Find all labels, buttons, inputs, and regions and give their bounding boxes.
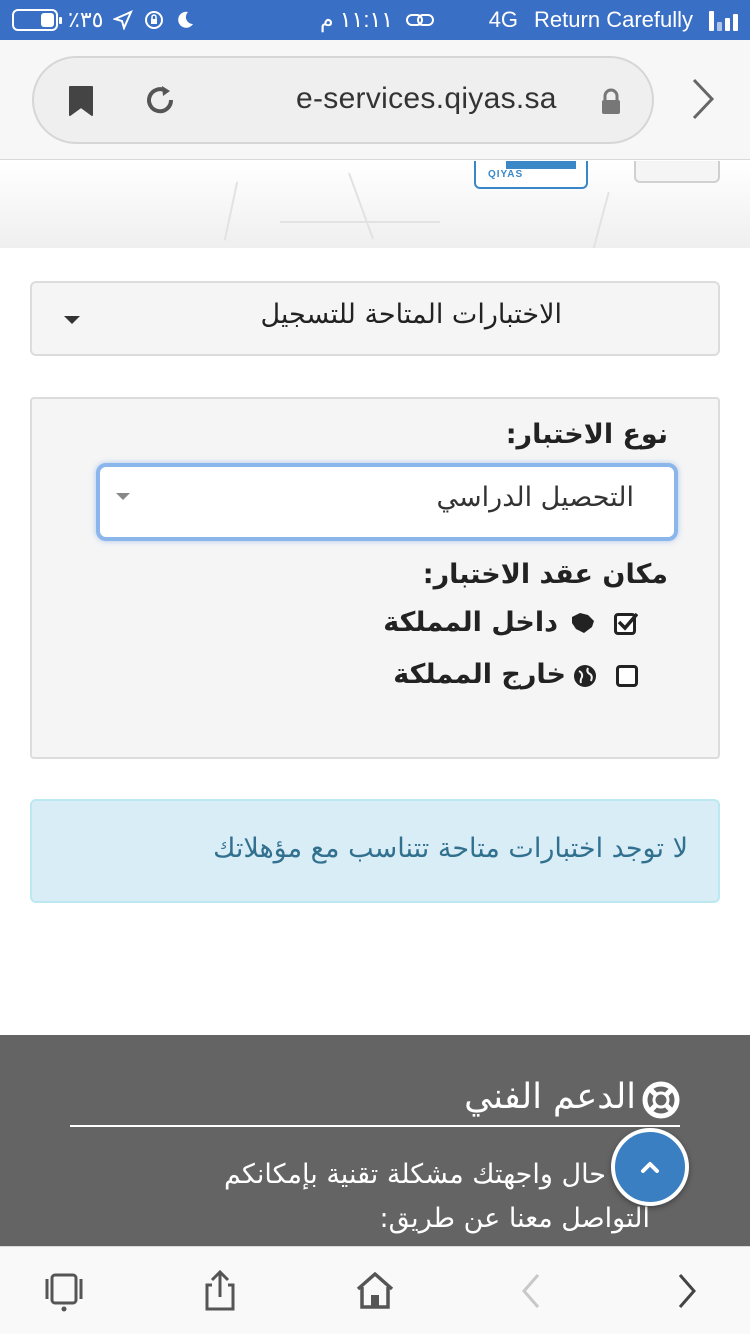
bookmark-icon[interactable] (68, 85, 94, 117)
lock-icon (602, 88, 620, 114)
browser-address-area: e-services.qiyas.sa (0, 40, 750, 160)
rotation-lock-icon (145, 11, 164, 29)
checkmark-icon (617, 612, 638, 631)
footer-divider (70, 1125, 680, 1127)
forward-arrow-icon[interactable] (688, 76, 718, 122)
support-title: الدعم الفني (464, 1077, 636, 1117)
support-text-line-2: التواصل معنا عن طريق: (379, 1203, 651, 1234)
network-type: 4G (488, 7, 519, 32)
menu-toggle-button[interactable] (634, 161, 720, 183)
site-header: QIYAS (0, 161, 750, 248)
filter-panel: نوع الاختبار: التحصيل الدراسي مكان عقد ا… (30, 397, 720, 759)
status-left: ٪٣٥ (12, 0, 195, 40)
status-center: ١١:١١ م (320, 0, 435, 40)
option-inside-kingdom[interactable]: داخل المملكة (372, 605, 642, 645)
no-tests-alert: لا توجد اختبارات متاحة تتناسب مع مؤهلاتك (30, 799, 720, 903)
battery-icon (12, 9, 62, 31)
chevron-down-icon (116, 493, 130, 500)
reload-icon[interactable] (142, 82, 178, 118)
chevron-up-icon (641, 1162, 659, 1173)
location-label: مكان عقد الاختبار: (422, 559, 668, 590)
address-bar[interactable]: e-services.qiyas.sa (32, 56, 654, 144)
share-icon[interactable] (198, 1269, 242, 1313)
test-type-select[interactable]: التحصيل الدراسي (96, 463, 678, 541)
home-icon[interactable] (353, 1269, 397, 1313)
checkbox-outside-kingdom[interactable] (616, 665, 638, 687)
browser-toolbar (0, 1246, 750, 1334)
status-time: ١١:١١ م (320, 7, 394, 32)
scroll-to-top-button[interactable] (611, 1128, 689, 1206)
lifebuoy-icon (642, 1081, 680, 1119)
logo-text: QIYAS (488, 169, 524, 180)
support-text-line-1: في حال واجهتك مشكلة تقنية بإمكانكم (224, 1159, 650, 1190)
status-bar: ٪٣٥ ١١:١١ م 4G Return Carefully (0, 0, 750, 40)
qiyas-logo[interactable]: QIYAS (474, 161, 588, 189)
saudi-map-icon (572, 613, 594, 633)
test-type-value: التحصيل الدراسي (436, 482, 634, 513)
test-type-label: نوع الاختبار: (505, 419, 668, 450)
support-text: في حال واجهتك مشكلة تقنية بإمكانكم التوا… (50, 1153, 650, 1241)
signal-icon (709, 9, 738, 31)
forward-icon[interactable] (664, 1269, 708, 1313)
available-tests-dropdown[interactable]: الاختبارات المتاحة للتسجيل (30, 281, 720, 356)
checkbox-inside-kingdom[interactable] (614, 612, 638, 635)
location-arrow-icon (113, 10, 134, 30)
option-inside-kingdom-label: داخل المملكة (383, 607, 558, 638)
available-tests-label: الاختبارات المتاحة للتسجيل (260, 299, 562, 330)
battery-percent: ٪٣٥ (68, 7, 104, 32)
link-icon (406, 14, 435, 26)
option-outside-kingdom-label: خارج المملكة (393, 659, 566, 690)
globe-icon (574, 665, 596, 687)
moon-icon (178, 11, 194, 28)
option-outside-kingdom[interactable]: خارج المملكة (372, 657, 642, 697)
chevron-down-icon (64, 316, 80, 324)
carrier-name: Return Carefully (534, 7, 693, 32)
url-text: e-services.qiyas.sa (296, 82, 557, 115)
back-icon[interactable] (510, 1269, 554, 1313)
tabs-icon[interactable] (42, 1269, 86, 1313)
status-right: 4G Return Carefully (489, 0, 738, 40)
no-tests-message: لا توجد اختبارات متاحة تتناسب مع مؤهلاتك (213, 833, 688, 864)
